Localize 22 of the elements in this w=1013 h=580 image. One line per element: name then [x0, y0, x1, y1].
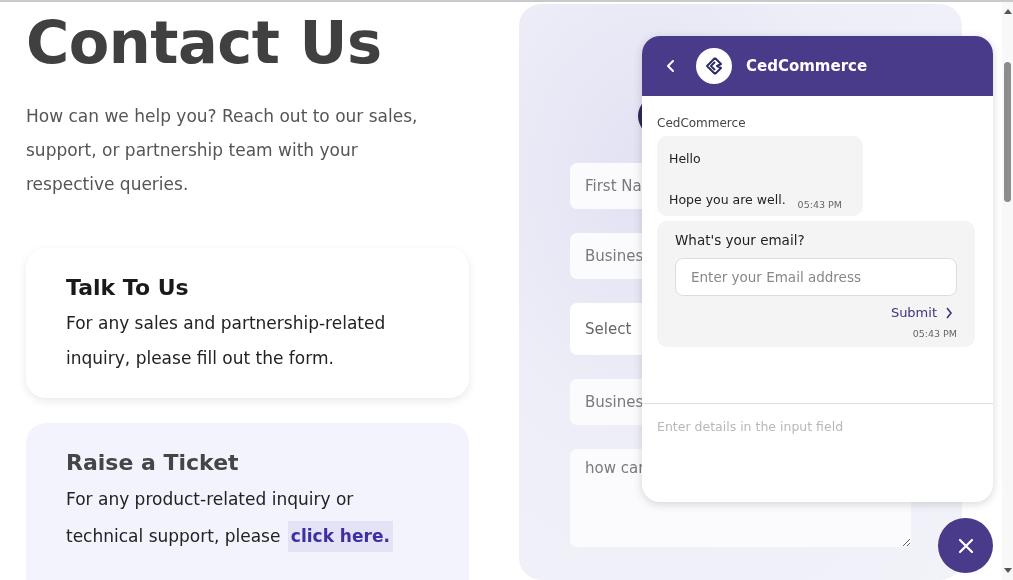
click-here-link[interactable]: click here.	[287, 521, 393, 552]
card-title: Raise a Ticket	[66, 449, 240, 477]
card-text: For any product-related inquiry or technical support, please click here.	[66, 481, 406, 555]
submit-button[interactable]: Submit	[890, 305, 957, 320]
logo-icon	[696, 48, 732, 84]
message-text: Hello	[669, 150, 702, 168]
card-title: Talk To Us	[66, 274, 190, 302]
scrollbar-thumb[interactable]	[1004, 62, 1011, 202]
message-text: Hope you are well.	[669, 191, 786, 209]
message-time: 05:43 PM	[797, 199, 842, 210]
intro-text: How can we help you? Reach out to our sales, support, or partnership team with your respective queries.	[26, 105, 419, 196]
sender-name: CedCommerce	[657, 116, 747, 130]
scroll-up-icon[interactable]	[1004, 8, 1012, 14]
question-text: What's your email?	[675, 232, 806, 248]
close-icon	[957, 537, 974, 554]
scroll-down-icon[interactable]	[1004, 568, 1012, 574]
page-title: Contact Us	[26, 7, 382, 79]
message-time: 05:43 PM	[911, 328, 957, 339]
email-field[interactable]: Enter your Email address	[675, 258, 957, 296]
chat-title: CedCommerce	[746, 57, 868, 75]
chevron-icon	[945, 306, 953, 319]
card-text: For any sales and partnership-related inquiry, please fill out the form.	[66, 312, 387, 370]
